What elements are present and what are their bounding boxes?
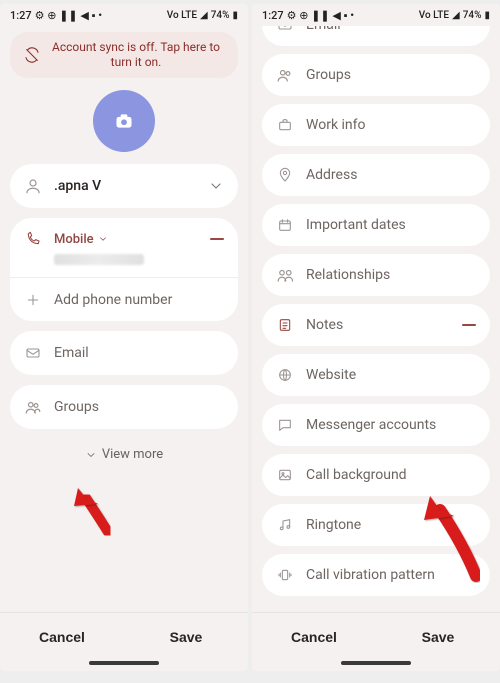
- website-field[interactable]: Website: [262, 354, 490, 396]
- chevron-down-icon[interactable]: [208, 178, 224, 194]
- call-background-field[interactable]: Call background: [262, 454, 490, 496]
- phone-icon: [24, 230, 42, 248]
- groups-field[interactable]: Groups: [262, 54, 490, 96]
- phone-left: 1:27 ⚙ ⊕ ❚❚ ◀ ▪ • Vo LTE ◢ 74% ▮ Account…: [0, 4, 248, 671]
- status-time: 1:27: [10, 9, 32, 22]
- status-bar: 1:27 ⚙ ⊕ ❚❚ ◀ ▪ • Vo LTE ◢ 74% ▮: [252, 4, 500, 26]
- image-icon: [276, 466, 294, 484]
- view-more-button[interactable]: View more: [10, 439, 238, 476]
- email-field[interactable]: Email: [262, 26, 490, 46]
- footer-bar: Cancel Save: [252, 612, 500, 655]
- status-battery: 74%: [463, 10, 482, 21]
- annotation-arrow: [68, 486, 118, 536]
- sync-banner[interactable]: Account sync is off. Tap here to turn it…: [10, 32, 238, 78]
- status-time: 1:27: [262, 9, 284, 22]
- battery-icon: ▮: [232, 10, 238, 21]
- vibration-field[interactable]: Call vibration pattern: [262, 554, 490, 596]
- phone-type-selector[interactable]: Mobile: [54, 232, 198, 247]
- calendar-icon: [276, 216, 294, 234]
- sync-off-icon: [24, 47, 40, 63]
- email-icon: [24, 344, 42, 362]
- phone-field[interactable]: Mobile: [10, 218, 238, 277]
- sync-banner-text: Account sync is off. Tap here to turn it…: [48, 40, 224, 70]
- remove-phone-button[interactable]: [210, 238, 224, 240]
- groups-icon: [276, 66, 294, 84]
- vibration-icon: [276, 566, 294, 584]
- status-indicators: ⚙ ⊕ ❚❚ ◀ ▪ •: [287, 9, 354, 22]
- remove-notes-button[interactable]: [462, 324, 476, 326]
- name-value: .apna V: [54, 178, 196, 194]
- chevron-down-icon: [85, 449, 97, 461]
- chevron-down-icon: [98, 234, 108, 244]
- cancel-button[interactable]: Cancel: [252, 613, 376, 655]
- relationships-field[interactable]: Relationships: [262, 254, 490, 296]
- globe-icon: [276, 366, 294, 384]
- status-indicators: ⚙ ⊕ ❚❚ ◀ ▪ •: [35, 9, 102, 22]
- nav-handle[interactable]: [252, 655, 500, 671]
- status-net: Vo LTE: [167, 10, 197, 21]
- ringtone-field[interactable]: Ringtone: [262, 504, 490, 546]
- address-field[interactable]: Address: [262, 154, 490, 196]
- nav-handle[interactable]: [0, 655, 248, 671]
- save-button[interactable]: Save: [376, 613, 500, 655]
- relationships-icon: [276, 266, 294, 284]
- messenger-field[interactable]: Messenger accounts: [262, 404, 490, 446]
- plus-icon: [24, 291, 42, 309]
- contact-avatar[interactable]: [93, 90, 155, 152]
- status-battery: 74%: [211, 10, 230, 21]
- name-field[interactable]: .apna V: [10, 164, 238, 208]
- dates-field[interactable]: Important dates: [262, 204, 490, 246]
- notes-icon: [276, 316, 294, 334]
- save-button[interactable]: Save: [124, 613, 248, 655]
- location-icon: [276, 166, 294, 184]
- notes-field[interactable]: Notes: [262, 304, 490, 346]
- groups-icon: [24, 398, 42, 416]
- chat-icon: [276, 416, 294, 434]
- briefcase-icon: [276, 116, 294, 134]
- status-net: Vo LTE: [419, 10, 449, 21]
- work-info-field[interactable]: Work info: [262, 104, 490, 146]
- signal-icon: ◢: [200, 10, 208, 21]
- phone-right: 1:27 ⚙ ⊕ ❚❚ ◀ ▪ • Vo LTE ◢ 74% ▮ Email: [252, 4, 500, 671]
- status-bar: 1:27 ⚙ ⊕ ❚❚ ◀ ▪ • Vo LTE ◢ 74% ▮: [0, 4, 248, 26]
- add-phone-button[interactable]: Add phone number: [10, 277, 238, 321]
- person-icon: [24, 177, 42, 195]
- phone-number-value: [24, 254, 224, 265]
- email-field[interactable]: Email: [10, 331, 238, 375]
- music-icon: [276, 516, 294, 534]
- signal-icon: ◢: [452, 10, 460, 21]
- camera-icon: [114, 111, 134, 131]
- groups-field[interactable]: Groups: [10, 385, 238, 429]
- battery-icon: ▮: [484, 10, 490, 21]
- footer-bar: Cancel Save: [0, 612, 248, 655]
- cancel-button[interactable]: Cancel: [0, 613, 124, 655]
- email-icon: [276, 26, 294, 34]
